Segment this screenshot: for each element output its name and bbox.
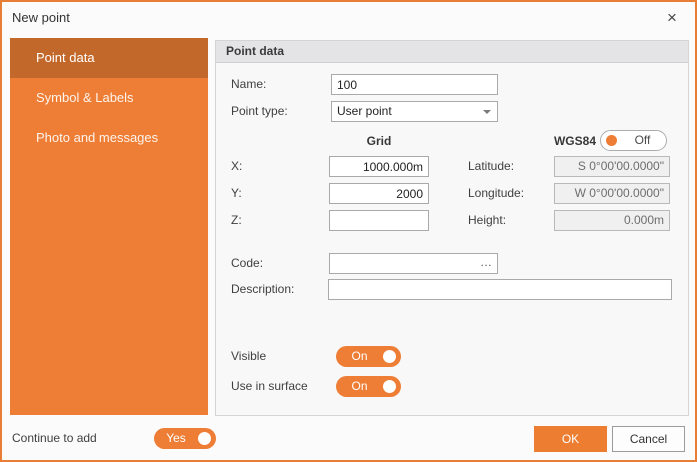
use-in-surface-label: Use in surface — [231, 376, 308, 396]
name-input[interactable] — [331, 74, 498, 95]
ok-button[interactable]: OK — [534, 426, 607, 452]
latitude-label: Latitude: — [468, 156, 514, 176]
longitude-label: Longitude: — [468, 183, 524, 203]
wgs84-toggle[interactable]: Off — [600, 130, 667, 151]
name-label: Name: — [231, 74, 266, 94]
sidebar-item-point-data[interactable]: Point data — [10, 38, 208, 78]
point-data-panel: Point data Name: Point type: User point … — [215, 40, 689, 416]
panel-title: Point data — [216, 41, 688, 63]
toggle-knob — [198, 432, 211, 445]
longitude-field: W 0°00'00.0000" — [554, 183, 670, 204]
sidebar: Point data Symbol & Labels Photo and mes… — [10, 38, 208, 415]
visible-toggle[interactable]: On — [336, 346, 401, 367]
visible-toggle-label: On — [336, 346, 383, 367]
cancel-button[interactable]: Cancel — [612, 426, 685, 452]
description-label: Description: — [231, 279, 294, 299]
point-type-label: Point type: — [231, 101, 288, 121]
new-point-dialog: New point × Point data Symbol & Labels P… — [0, 0, 697, 462]
continue-to-add-toggle[interactable]: Yes — [154, 428, 216, 449]
code-input[interactable]: … — [329, 253, 498, 274]
use-in-surface-toggle[interactable]: On — [336, 376, 401, 397]
toggle-knob — [383, 350, 396, 363]
toggle-knob — [383, 380, 396, 393]
visible-label: Visible — [231, 346, 266, 366]
code-label: Code: — [231, 253, 263, 273]
window-title: New point — [12, 10, 70, 25]
chevron-down-icon — [483, 110, 491, 114]
sidebar-item-photo-messages[interactable]: Photo and messages — [10, 118, 208, 158]
point-type-dropdown[interactable]: User point — [331, 101, 498, 122]
code-browse-button[interactable]: … — [480, 254, 493, 271]
z-label: Z: — [231, 210, 242, 230]
height-label: Height: — [468, 210, 506, 230]
toggle-knob — [606, 135, 617, 146]
close-icon[interactable]: × — [661, 7, 683, 29]
height-field: 0.000m — [554, 210, 670, 231]
use-in-surface-toggle-label: On — [336, 376, 383, 397]
point-type-value: User point — [337, 104, 392, 118]
wgs84-header: WGS84 — [496, 131, 596, 151]
sidebar-item-symbol-labels[interactable]: Symbol & Labels — [10, 78, 208, 118]
y-input[interactable] — [329, 183, 429, 204]
wgs84-toggle-label: Off — [619, 131, 666, 150]
x-label: X: — [231, 156, 242, 176]
description-input[interactable] — [328, 279, 672, 300]
latitude-field: S 0°00'00.0000" — [554, 156, 670, 177]
x-input[interactable] — [329, 156, 429, 177]
continue-toggle-label: Yes — [154, 428, 198, 449]
grid-header: Grid — [329, 131, 429, 151]
z-input[interactable] — [329, 210, 429, 231]
continue-to-add-label: Continue to add — [12, 428, 97, 448]
y-label: Y: — [231, 183, 242, 203]
